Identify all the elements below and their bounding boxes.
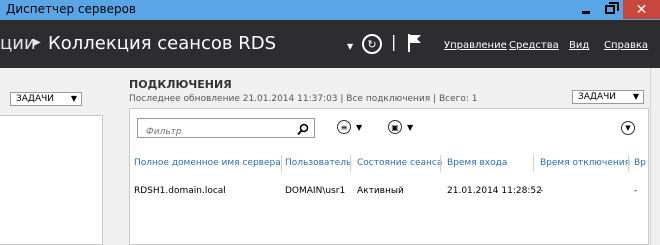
left-content-panel [0, 115, 103, 245]
navigation-dropdown-icon[interactable]: ▼ [347, 42, 353, 51]
column-divider [533, 155, 534, 172]
connections-tasks-dropdown[interactable]: ЗАДАЧИ ▼ [572, 90, 644, 104]
column-header-user[interactable]: Пользователь [285, 158, 351, 168]
refresh-icon[interactable]: ↻ [362, 34, 382, 54]
breadcrumb-previous[interactable]: ции [0, 33, 36, 54]
chevron-down-icon: ▼ [70, 94, 77, 103]
left-tasks-dropdown[interactable]: ЗАДАЧИ ▼ [10, 92, 82, 106]
restore-icon [605, 2, 619, 14]
column-header-server[interactable]: Полное доменное имя сервера [134, 158, 281, 168]
breadcrumb-separator-icon: ▶ [33, 37, 41, 48]
left-tasks-label: ЗАДАЧИ [16, 94, 55, 104]
cell-disconnect-time[interactable]: - [540, 186, 543, 196]
connections-tasks-label: ЗАДАЧИ [578, 92, 617, 102]
menu-view[interactable]: Вид [569, 40, 589, 51]
filter-input[interactable] [144, 123, 288, 141]
menu-tools[interactable]: Средства [509, 40, 559, 51]
minimize-icon [582, 11, 590, 14]
flag-icon[interactable] [407, 33, 423, 57]
expand-icon[interactable]: ▼ [621, 121, 635, 135]
column-header-disconnect-time[interactable]: Время отключения [540, 158, 630, 168]
minimize-button[interactable] [575, 0, 597, 19]
column-header-idle[interactable]: Вр [634, 158, 646, 168]
vertical-scrollbar[interactable] [650, 68, 660, 245]
chevron-down-icon: ▼ [632, 92, 639, 101]
save-options-dropdown-icon[interactable]: ▼ [407, 123, 413, 132]
search-icon[interactable] [297, 121, 309, 140]
breadcrumb-current: Коллекция сеансов RDS [48, 33, 277, 54]
cell-server[interactable]: RDSH1.domain.local [134, 186, 226, 196]
cell-idle[interactable]: - [634, 186, 637, 196]
column-divider [281, 155, 282, 172]
cell-state[interactable]: Активный [357, 186, 404, 196]
column-divider [440, 155, 441, 172]
list-options-icon[interactable]: ≡ [337, 120, 351, 134]
maximize-button[interactable] [599, 0, 621, 19]
section-subtitle: Последнее обновление 21.01.2014 11:37:03… [129, 94, 478, 104]
close-button[interactable]: ✕ [623, 0, 660, 19]
window-title: Диспетчер серверов [6, 2, 136, 16]
menu-manage[interactable]: Управление [444, 40, 507, 51]
section-title: ПОДКЛЮЧЕНИЯ [129, 78, 232, 91]
header-bar: ции ▶ Коллекция сеансов RDS ▼ ↻ | Управл… [0, 20, 660, 68]
list-options-dropdown-icon[interactable]: ▼ [356, 123, 362, 132]
column-divider [350, 155, 351, 172]
header-divider: | [391, 32, 397, 51]
menu-help[interactable]: Справка [604, 40, 648, 51]
cell-user[interactable]: DOMAIN\usr1 [285, 186, 345, 196]
cell-logon-time[interactable]: 21.01.2014 11:28:52 [447, 186, 542, 196]
column-header-logon-time[interactable]: Время входа [447, 158, 507, 168]
close-icon: ✕ [635, 1, 648, 18]
column-header-state[interactable]: Состояние сеанса [357, 158, 442, 168]
filter-box[interactable] [137, 118, 315, 141]
title-bar: Диспетчер серверов ✕ [0, 0, 660, 20]
save-options-icon[interactable]: ▣ [388, 120, 402, 134]
column-divider [628, 155, 629, 172]
